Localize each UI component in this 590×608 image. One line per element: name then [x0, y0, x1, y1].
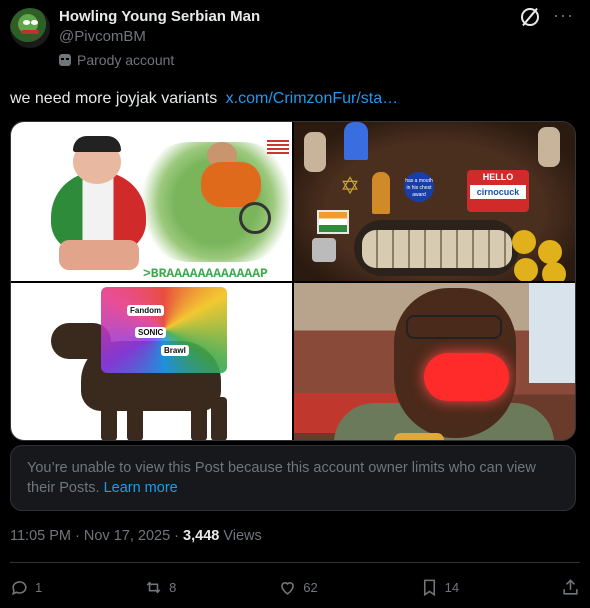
- flag-icon: [317, 210, 349, 234]
- bookmark-icon: [423, 579, 435, 596]
- media-grid: >BRAAAAAAAAAAAAP ✡ has a mouth in his ch…: [10, 121, 576, 441]
- bookmark-count: 14: [444, 579, 460, 595]
- parody-label-text: Parody account: [77, 52, 175, 68]
- window: [529, 283, 575, 383]
- avatar-eye-right: [31, 20, 38, 25]
- like-button[interactable]: 62: [278, 578, 318, 597]
- small-figure: [372, 172, 390, 214]
- sticker-label: Brawl: [161, 345, 189, 356]
- reply-count: 1: [35, 579, 43, 595]
- post-body: we need more joyjak variants: [10, 90, 218, 107]
- author-handle[interactable]: @PivcomBM: [59, 28, 146, 45]
- chest-teeth: [362, 230, 512, 268]
- left-arm: [304, 132, 326, 172]
- wheelchair-wheel: [239, 202, 271, 234]
- gold-badge: [542, 262, 566, 281]
- author-name[interactable]: Howling Young Serbian Man: [59, 8, 260, 25]
- name-tag-name: cirnocuck: [470, 185, 526, 199]
- glowing-lips: [424, 353, 509, 401]
- gold-badge: [514, 258, 538, 281]
- action-bar: 1 8 62 14: [10, 572, 580, 602]
- name-tag-hello: HELLO: [482, 172, 514, 182]
- divider: [10, 562, 580, 563]
- food: [394, 433, 444, 440]
- post-link[interactable]: x.com/CrimzonFur/sta…: [226, 90, 398, 107]
- share-button[interactable]: [561, 578, 580, 597]
- media-image-2[interactable]: ✡ has a mouth in his chest award HELLO c…: [294, 122, 575, 281]
- notice-message: You’re unable to view this Post because …: [27, 458, 559, 498]
- avatar-eye-left: [23, 20, 30, 25]
- sticker-label: Fandom: [127, 305, 165, 316]
- reply-button[interactable]: 1: [10, 578, 42, 597]
- media-image-4[interactable]: [294, 283, 575, 440]
- gold-badge: [512, 230, 536, 254]
- views-count: 3,448: [183, 528, 220, 544]
- cat-leg: [101, 397, 117, 440]
- gold-badge: [538, 240, 562, 264]
- post-header: Howling Young Serbian Man @PivcomBM Paro…: [10, 6, 580, 70]
- post-meta: 11:05 PM · Nov 17, 2025 · 3,448 Views: [10, 528, 262, 544]
- cat-leg: [211, 397, 227, 440]
- figure-legs: [59, 240, 139, 270]
- like-count: 62: [303, 579, 318, 595]
- flag-icon: [267, 140, 289, 154]
- views-label: Views: [219, 528, 262, 544]
- right-arm: [538, 127, 560, 167]
- media-image-3[interactable]: Fandom SONIC Brawl: [11, 283, 292, 440]
- cat-leg: [191, 397, 207, 440]
- avatar-mouth: [21, 30, 39, 34]
- blue-figure: [344, 122, 368, 160]
- avatar[interactable]: [10, 8, 50, 48]
- figure-hair: [73, 136, 121, 152]
- share-icon: [563, 578, 578, 595]
- parody-label: Parody account: [59, 52, 174, 68]
- mask-icon: [59, 54, 71, 66]
- glasses: [406, 315, 502, 339]
- media-image-1[interactable]: >BRAAAAAAAAAAAAP: [11, 122, 292, 281]
- learn-more-link[interactable]: Learn more: [104, 480, 178, 496]
- post-text: we need more joyjak variants x.com/Crimz…: [10, 90, 398, 108]
- star-icon: ✡: [340, 173, 361, 200]
- name-tag: HELLO cirnocuck: [467, 170, 529, 212]
- second-figure-body: [201, 162, 261, 207]
- header-actions: ···: [521, 6, 574, 26]
- repost-icon: [146, 581, 161, 593]
- cat-leg: [127, 397, 143, 440]
- post-timestamp[interactable]: 11:05 PM · Nov 17, 2025 ·: [10, 528, 183, 544]
- repost-button[interactable]: 8: [144, 578, 176, 597]
- reply-icon: [11, 580, 27, 595]
- image-caption: >BRAAAAAAAAAAAAP: [143, 266, 268, 281]
- more-options-icon[interactable]: ···: [553, 6, 574, 26]
- heart-icon: [281, 581, 295, 595]
- portrait-badge: [312, 238, 336, 262]
- restricted-notice: You’re unable to view this Post because …: [10, 445, 576, 511]
- repost-count: 8: [169, 579, 177, 595]
- bookmark-button[interactable]: 14: [420, 578, 459, 597]
- grok-icon[interactable]: [521, 8, 540, 26]
- sticker-label: SONIC: [135, 327, 167, 338]
- award-medal: has a mouth in his chest award: [404, 172, 434, 202]
